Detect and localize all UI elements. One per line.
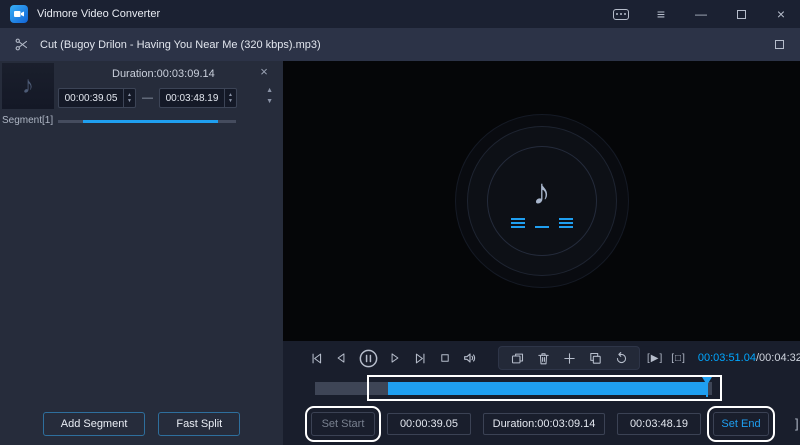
fast-split-button[interactable]: Fast Split — [158, 412, 240, 436]
segment-start-value: 00:00:39.05 — [59, 93, 123, 104]
cut-header: Cut (Bugoy Drilon - Having You Near Me (… — [0, 28, 800, 61]
segment-delete-icon[interactable]: × — [257, 65, 271, 79]
frame-back-icon[interactable] — [332, 349, 350, 367]
play-pause-icon[interactable] — [357, 347, 379, 369]
preview-area: ♪ — [283, 61, 800, 341]
minimize-icon[interactable]: — — [692, 5, 710, 23]
reset-icon[interactable] — [612, 349, 630, 367]
timeline-end-handle-line — [706, 377, 708, 397]
segment-reorder-control: ▲ ▼ — [266, 87, 273, 105]
scissors-icon — [12, 36, 30, 54]
trim-start-time[interactable]: 00:00:39.05 — [387, 413, 471, 435]
segment-thumbnail[interactable]: ♪ — [2, 63, 54, 109]
spinner-up-icon[interactable]: ▲ — [127, 93, 132, 98]
stop-icon[interactable] — [436, 349, 454, 367]
menu-icon[interactable]: ≡ — [652, 5, 670, 23]
trim-duration: Duration:00:03:09.14 — [483, 413, 605, 435]
trim-end-time[interactable]: 00:03:48.19 — [617, 413, 701, 435]
segment-editor: ♪ Duration:00:03:09.14 × 00:00:39.05 ▲ ▼… — [0, 61, 283, 133]
segment-trim-fill — [83, 120, 218, 123]
time-readout: 00:03:51.04/00:04:32.08 — [698, 352, 800, 364]
titlebar: Vidmore Video Converter ≡ — × — [0, 0, 800, 28]
skip-end-icon[interactable] — [411, 349, 429, 367]
stop-segment-icon[interactable]: [□] — [671, 353, 686, 364]
set-end-button[interactable]: Set End — [713, 412, 769, 436]
timeline-track[interactable] — [315, 382, 712, 395]
cut-dialog-title: Cut (Bugoy Drilon - Having You Near Me (… — [40, 39, 321, 51]
spinner-up-icon[interactable]: ▲ — [228, 93, 233, 98]
music-note-icon: ♪ — [533, 174, 551, 210]
equalizer-icon — [511, 217, 573, 228]
app-title: Vidmore Video Converter — [37, 8, 160, 20]
music-note-icon: ♪ — [22, 72, 34, 100]
set-start-button[interactable]: Set Start — [311, 412, 375, 436]
segment-end-value: 00:03:48.19 — [160, 93, 224, 104]
segment-end-input[interactable]: 00:03:48.19 ▲ ▼ — [159, 88, 237, 108]
add-segment-icon[interactable] — [560, 349, 578, 367]
range-dash: — — [142, 92, 153, 104]
segment-trim-track[interactable] — [58, 120, 236, 123]
spinner-down-icon[interactable]: ▼ — [228, 99, 233, 104]
volume-icon[interactable] — [461, 349, 479, 367]
segment-start-input[interactable]: 00:00:39.05 ▲ ▼ — [58, 88, 136, 108]
add-segment-button[interactable]: Add Segment — [43, 412, 146, 436]
panel-buttons: Add Segment Fast Split — [0, 412, 283, 436]
maximize-icon[interactable] — [732, 5, 750, 23]
timeline-row — [283, 375, 800, 402]
vidmore-cut-window: Vidmore Video Converter ≡ — × Cut (Bugoy… — [0, 0, 800, 445]
segment-time-row: 00:00:39.05 ▲ ▼ — 00:03:48.19 ▲ ▼ — [58, 88, 237, 108]
total-time: 00:04:32.08 — [759, 352, 800, 364]
snapshot-icon[interactable] — [508, 349, 526, 367]
start-spinner[interactable]: ▲ ▼ — [123, 89, 135, 107]
segment-panel: ♪ Duration:00:03:09.14 × 00:00:39.05 ▲ ▼… — [0, 61, 283, 445]
audio-disc: ♪ — [468, 127, 616, 275]
app-logo-icon — [10, 5, 28, 23]
frame-forward-icon[interactable] — [386, 349, 404, 367]
segment-label: Segment[1] — [2, 115, 53, 126]
current-time: 00:03:51.04 — [698, 352, 756, 364]
play-segment-icon[interactable]: [▶] — [647, 353, 663, 364]
feedback-icon[interactable] — [612, 5, 630, 23]
playback-controls: [▶] [□] 00:03:51.04/00:04:32.08 — [283, 341, 800, 375]
end-bracket-icon: ] — [795, 416, 799, 431]
copy-segment-icon[interactable] — [586, 349, 604, 367]
timeline-selected-range[interactable] — [388, 382, 707, 395]
expand-icon[interactable] — [770, 36, 788, 54]
segment-duration-label: Duration:00:03:09.14 — [112, 68, 215, 80]
close-icon[interactable]: × — [772, 5, 790, 23]
spinner-down-icon[interactable]: ▼ — [127, 99, 132, 104]
end-spinner[interactable]: ▲ ▼ — [224, 89, 236, 107]
move-down-icon[interactable]: ▼ — [266, 98, 273, 105]
edit-tool-group — [498, 346, 640, 370]
audio-disc-inner: ♪ — [487, 146, 597, 256]
move-up-icon[interactable]: ▲ — [266, 87, 273, 94]
delete-segment-icon[interactable] — [534, 349, 552, 367]
trim-bar: Set Start 00:00:39.05 Duration:00:03:09.… — [283, 402, 800, 445]
skip-start-icon[interactable] — [307, 349, 325, 367]
